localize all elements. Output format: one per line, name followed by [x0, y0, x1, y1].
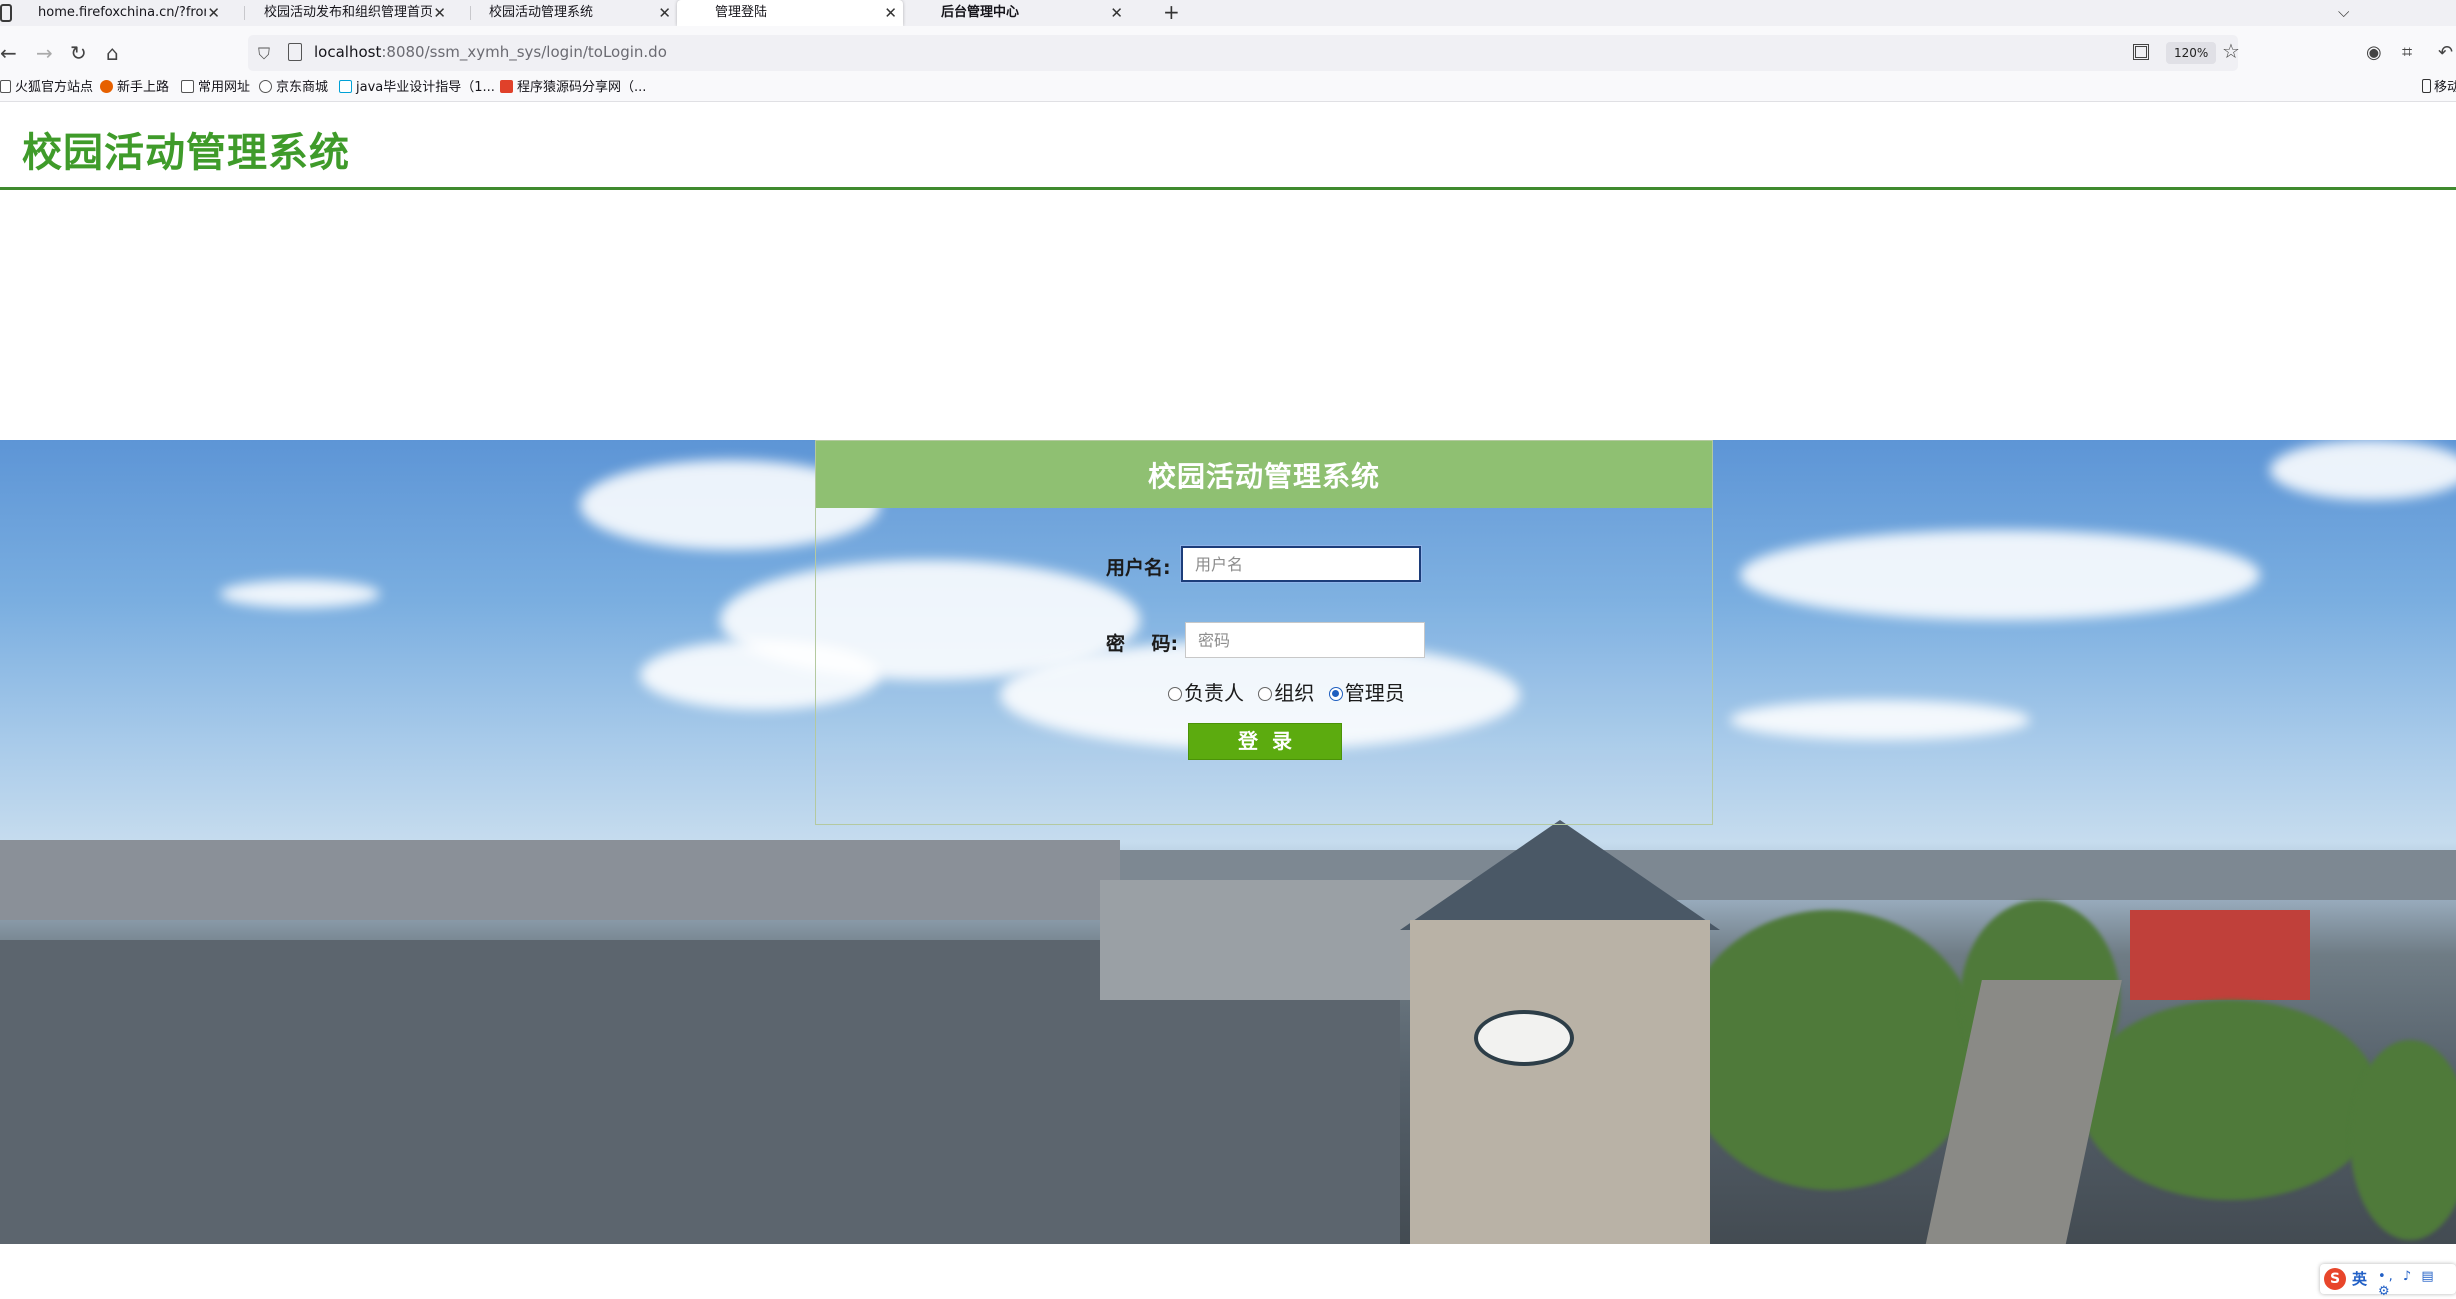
home-icon[interactable]: ⌂	[106, 40, 119, 66]
trees	[2350, 1040, 2456, 1240]
cloud	[220, 580, 380, 608]
mobile-bookmarks[interactable]: 移动	[2422, 79, 2456, 97]
role-option-leader[interactable]: 负责人	[1168, 677, 1244, 706]
reload-icon[interactable]: ↻	[70, 40, 87, 66]
username-label: 用户名:	[1106, 557, 1171, 579]
phone-icon	[2422, 79, 2431, 93]
close-icon[interactable]: ✕	[1110, 0, 1123, 26]
url-bar[interactable]: ⛉ localhost:8080/ssm_xymh_sys/login/toLo…	[248, 35, 2240, 71]
tab-title: home.firefoxchina.cn/?from=extra_start	[38, 5, 206, 20]
role-label: 管理员	[1344, 681, 1405, 705]
role-label: 负责人	[1184, 681, 1244, 705]
page-info-icon[interactable]	[288, 43, 302, 61]
bookmark-item[interactable]: 火狐官方站点	[0, 79, 93, 97]
url-host: localhost	[314, 43, 382, 61]
ime-tools[interactable]: •, ♪ ▤ ⚙	[2378, 1269, 2456, 1299]
chevron-down-icon[interactable]: ⌵	[2338, 0, 2349, 24]
folder-icon	[181, 80, 194, 93]
cloud	[1740, 530, 2260, 620]
forward-icon[interactable]: →	[36, 40, 53, 66]
radio-button-checked[interactable]	[1328, 687, 1343, 701]
tab-admin-center[interactable]: 后台管理中心 ✕	[903, 0, 1129, 26]
url-path: :8080/ssm_xymh_sys/login/toLogin.do	[381, 43, 667, 61]
globe-icon	[259, 80, 272, 93]
bookmark-label: 程序猿源码分享网（...	[517, 80, 647, 95]
page-content: 校园活动管理系统 校园活动管理系统 用户名: 用户名 密 码: 负责人 组织 管…	[0, 102, 2456, 1299]
account-icon[interactable]: ◉	[2366, 40, 2382, 66]
bookmark-star-icon[interactable]: ☆	[2222, 39, 2240, 63]
close-icon[interactable]: ✕	[433, 0, 446, 26]
shield-icon[interactable]: ⛉	[258, 44, 270, 64]
bookmark-label: 常用网址	[198, 80, 251, 95]
tab-title: 后台管理中心	[941, 5, 1020, 20]
tab-title: 管理登陆	[715, 5, 768, 20]
radio-button[interactable]	[1258, 687, 1273, 701]
undo-icon[interactable]: ↶	[2438, 40, 2453, 66]
bookmark-item[interactable]: 程序猿源码分享网（...	[500, 79, 646, 97]
new-tab-button[interactable]: +	[1163, 0, 1180, 24]
bookmark-item[interactable]: 京东商城	[259, 79, 328, 97]
back-icon[interactable]: ←	[0, 40, 17, 66]
browser-tab-bar: home.firefoxchina.cn/?from=extra_start ✕…	[0, 0, 2456, 26]
mobile-bookmarks-label: 移动	[2434, 80, 2456, 95]
login-panel: 校园活动管理系统 用户名: 密 码: 负责人 组织 管理员 登录	[815, 440, 1713, 825]
tab-activity-system[interactable]: 校园活动管理系统 ✕	[451, 0, 677, 26]
username-input[interactable]	[1181, 546, 1421, 582]
bookmarks-bar: 火狐官方站点 新手上路 常用网址 京东商城 java毕业设计指导（1... 程序…	[0, 74, 2456, 102]
role-label: 组织	[1274, 681, 1315, 705]
role-option-organization[interactable]: 组织	[1258, 677, 1314, 706]
cloud	[1730, 700, 2030, 740]
login-header: 校园活动管理系统	[816, 441, 1712, 508]
bookmark-label: 京东商城	[276, 80, 329, 95]
red-roof-building	[2130, 910, 2310, 1000]
apartment-blocks	[0, 840, 1120, 920]
role-option-admin[interactable]: 管理员	[1328, 677, 1405, 706]
bookmark-item[interactable]: 新手上路	[100, 79, 169, 97]
password-input[interactable]	[1185, 622, 1425, 658]
trees	[2080, 1000, 2380, 1200]
firefox-icon	[100, 80, 113, 93]
site-header: 校园活动管理系统	[0, 102, 2456, 190]
folder-icon	[0, 80, 11, 93]
cloud	[2270, 440, 2456, 500]
c-logo-icon	[500, 80, 513, 93]
tab-title: 校园活动发布和组织管理首页	[264, 5, 432, 20]
clock-tower	[1410, 920, 1710, 1244]
login-button[interactable]: 登录	[1188, 723, 1342, 760]
ime-language[interactable]: 英	[2352, 1268, 2367, 1289]
bookmark-item[interactable]: 常用网址	[181, 79, 250, 97]
bookmark-label: 火狐官方站点	[15, 80, 94, 95]
zoom-level[interactable]: 120%	[2166, 42, 2217, 64]
site-title: 校园活动管理系统	[22, 130, 350, 176]
close-icon[interactable]: ✕	[658, 0, 671, 26]
clock-tower-roof	[1400, 820, 1720, 930]
close-icon[interactable]: ✕	[884, 0, 897, 26]
bookmark-label: 新手上路	[117, 80, 170, 95]
sogou-ime-icon[interactable]: S	[2324, 1268, 2346, 1290]
campus-background-image: 校园活动管理系统 用户名: 密 码: 负责人 组织 管理员 登录	[0, 440, 2456, 1244]
qr-code-icon[interactable]	[2133, 44, 2149, 60]
tab-admin-login[interactable]: 管理登陆 ✕	[677, 0, 903, 26]
clock-face	[1474, 1010, 1574, 1066]
radio-button[interactable]	[1168, 687, 1182, 701]
tab-title: 校园活动管理系统	[489, 5, 594, 20]
login-title: 校园活动管理系统	[1147, 460, 1380, 493]
password-label: 密 码:	[1106, 633, 1179, 655]
url-text[interactable]: localhost:8080/ssm_xymh_sys/login/toLogi…	[314, 43, 667, 61]
role-radio-group: 负责人 组织 管理员	[1168, 677, 1413, 706]
close-icon[interactable]: ✕	[207, 0, 220, 26]
bookmark-item[interactable]: java毕业设计指导（1...	[339, 79, 495, 97]
bookmark-label: java毕业设计指导（1...	[356, 80, 495, 95]
ime-toolbar[interactable]: S 英 •, ♪ ▤ ⚙	[2320, 1264, 2456, 1299]
trees	[1680, 910, 1980, 1190]
tab-activity-home[interactable]: 校园活动发布和组织管理首页 ✕	[226, 0, 452, 26]
screenshot-icon[interactable]: ⌗	[2402, 40, 2412, 66]
tab-firefoxchina[interactable]: home.firefoxchina.cn/?from=extra_start ✕	[0, 0, 226, 26]
bilibili-icon	[339, 80, 352, 93]
